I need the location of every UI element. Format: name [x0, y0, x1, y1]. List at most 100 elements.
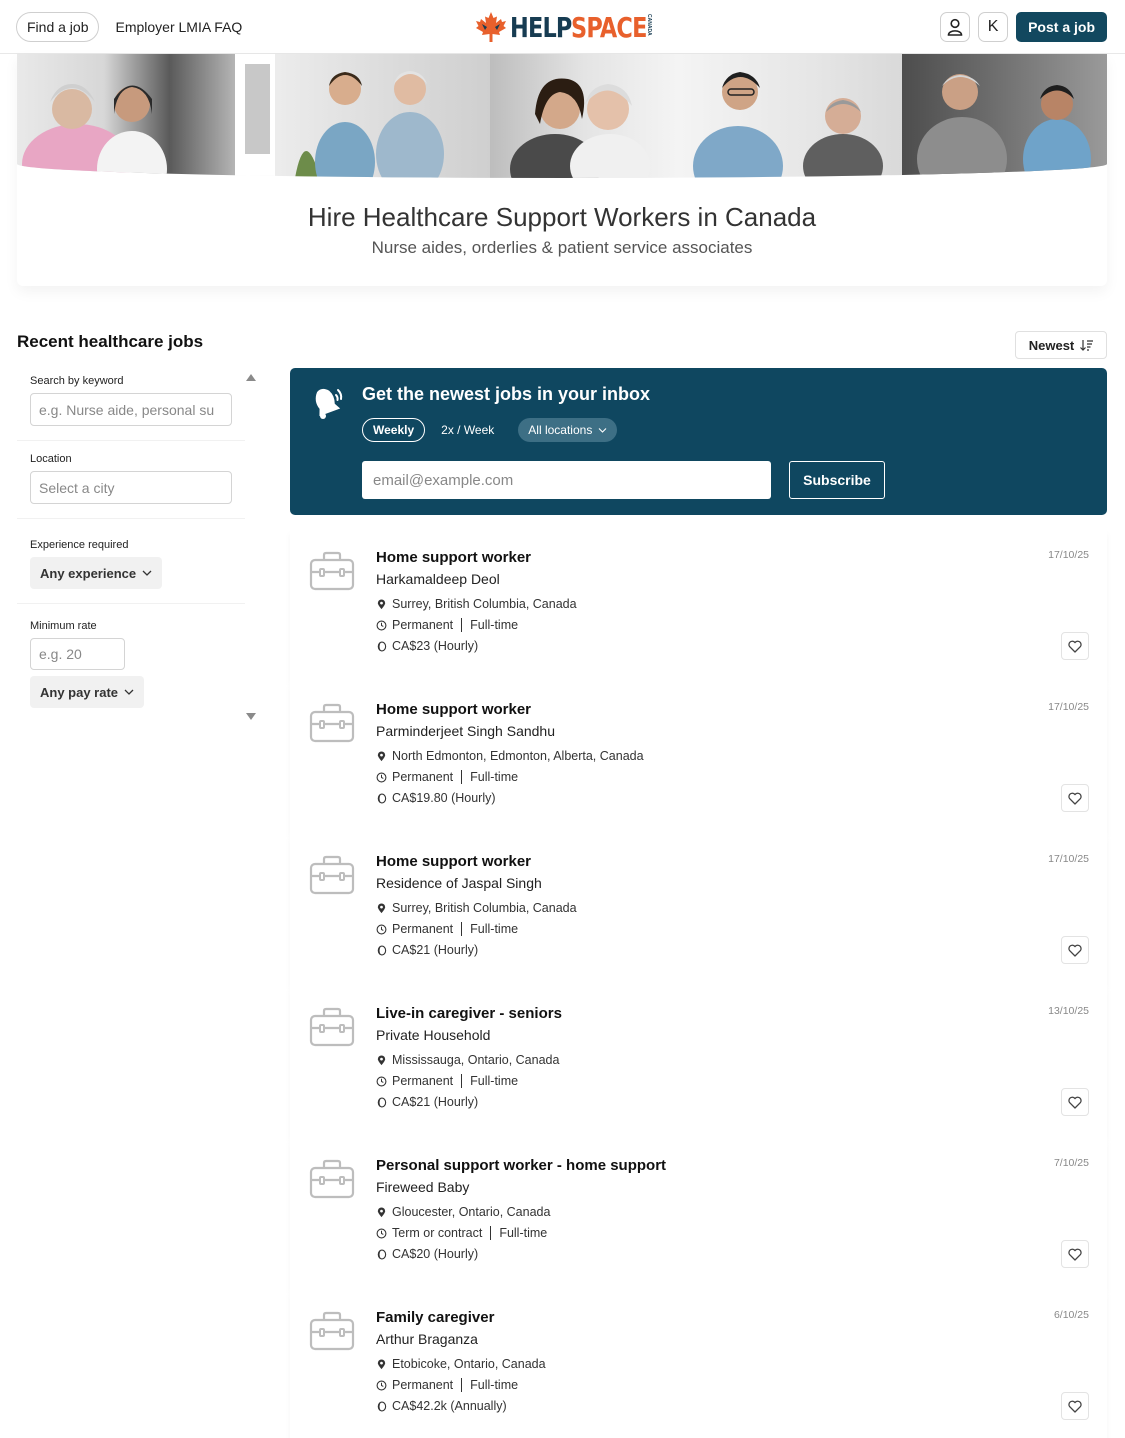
- scroll-down-icon[interactable]: [246, 713, 256, 720]
- job-location-text: Gloucester, Ontario, Canada: [392, 1205, 551, 1219]
- separator: [461, 770, 463, 784]
- save-job-button[interactable]: [1061, 936, 1089, 964]
- frequency-weekly[interactable]: Weekly: [362, 418, 426, 442]
- job-company: Residence of Jaspal Singh: [376, 875, 542, 891]
- sort-icon: [1080, 339, 1094, 351]
- job-pay-text: CA$19.80 (Hourly): [392, 791, 496, 805]
- heart-icon: [1068, 640, 1082, 653]
- separator: [461, 1074, 463, 1088]
- job-location: Gloucester, Ontario, Canada: [376, 1205, 550, 1219]
- newsletter-signup: Get the newest jobs in your inbox Weekly…: [290, 368, 1107, 515]
- job-company: Private Household: [376, 1027, 491, 1043]
- post-job-button[interactable]: Post a job: [1016, 12, 1107, 42]
- separator: [461, 618, 463, 632]
- job-date: 6/10/25: [1053, 1309, 1089, 1321]
- email-input[interactable]: email@example.com: [362, 461, 771, 499]
- location-pin-icon: [377, 902, 386, 913]
- save-job-button[interactable]: [1061, 1088, 1089, 1116]
- hero-title: Hire Healthcare Support Workers in Canad…: [307, 202, 817, 232]
- nurse-photo-illustration: [235, 54, 444, 178]
- job-title[interactable]: Live-in caregiver - seniors: [376, 1005, 562, 1022]
- save-job-button[interactable]: [1061, 784, 1089, 812]
- filter-panel: Search by keyword e.g. Nurse aide, perso…: [17, 365, 245, 722]
- job-pay: CA$21 (Hourly): [376, 943, 478, 957]
- job-company: Arthur Braganza: [376, 1331, 478, 1347]
- job-card[interactable]: Home support worker Parminderjeet Singh …: [290, 682, 1107, 834]
- coin-icon: [377, 1097, 387, 1107]
- job-pay: CA$23 (Hourly): [376, 639, 478, 653]
- briefcase-icon: [309, 1159, 355, 1199]
- coin-icon: [377, 793, 387, 803]
- job-company: Fireweed Baby: [376, 1179, 470, 1195]
- logo-word-space: SPACE: [570, 10, 647, 44]
- caregiver-photo-illustration: [22, 84, 167, 178]
- section-title: Recent healthcare jobs: [17, 332, 204, 351]
- profile-initial-button[interactable]: K: [978, 12, 1009, 42]
- hero-photo-5: [902, 54, 1107, 178]
- clock-icon: [376, 1380, 387, 1390]
- pay-rate-dropdown[interactable]: Any pay rate: [30, 676, 145, 708]
- account-button[interactable]: [940, 12, 971, 42]
- save-job-button[interactable]: [1061, 1240, 1089, 1268]
- location-pin-icon: [377, 1358, 386, 1369]
- coin-icon: [377, 1249, 387, 1259]
- job-pay: CA$21 (Hourly): [376, 1095, 478, 1109]
- chevron-down-icon: [598, 427, 607, 433]
- filter-scrollbar[interactable]: [245, 374, 257, 720]
- sort-button[interactable]: Newest: [1015, 331, 1107, 359]
- job-title[interactable]: Home support worker: [376, 549, 531, 566]
- job-date: 13/10/25: [1048, 1005, 1089, 1017]
- rate-input[interactable]: e.g. 20: [30, 638, 125, 670]
- job-location: Etobicoke, Ontario, Canada: [376, 1357, 546, 1371]
- find-job-button[interactable]: Find a job: [16, 12, 100, 42]
- job-card[interactable]: Home support worker Residence of Jaspal …: [290, 834, 1107, 986]
- job-card[interactable]: Personal support worker - home support F…: [290, 1138, 1107, 1290]
- briefcase-icon: [309, 1311, 355, 1351]
- job-pay: CA$19.80 (Hourly): [376, 791, 496, 805]
- logo-word-help: HELP: [510, 10, 572, 44]
- frequency-2x-week[interactable]: 2x / Week: [431, 418, 504, 442]
- experience-value: Any experience: [40, 565, 137, 581]
- job-list: Home support worker Harkamaldeep Deol Su…: [290, 530, 1107, 1438]
- employer-faq-link[interactable]: Employer LMIA FAQ: [115, 19, 242, 35]
- save-job-button[interactable]: [1061, 632, 1089, 660]
- job-pay-text: CA$21 (Hourly): [392, 943, 479, 957]
- job-card[interactable]: Home support worker Harkamaldeep Deol Su…: [290, 530, 1107, 682]
- rate-label: Minimum rate: [30, 620, 97, 632]
- job-card[interactable]: Live-in caregiver - seniors Private Hous…: [290, 986, 1107, 1138]
- location-pin-icon: [377, 1054, 386, 1065]
- chevron-down-icon: [142, 570, 152, 576]
- experience-dropdown[interactable]: Any experience: [30, 557, 163, 589]
- locations-dropdown[interactable]: All locations: [518, 418, 618, 442]
- scroll-up-icon[interactable]: [246, 374, 256, 381]
- job-title[interactable]: Home support worker: [376, 701, 531, 718]
- job-pay-text: CA$20 (Hourly): [392, 1247, 479, 1261]
- location-input[interactable]: Select a city: [30, 471, 232, 504]
- keyword-input[interactable]: e.g. Nurse aide, personal su: [30, 393, 232, 426]
- job-term-text: Permanent: [392, 922, 454, 936]
- job-pay-text: CA$21 (Hourly): [392, 1095, 479, 1109]
- job-title[interactable]: Family caregiver: [376, 1309, 494, 1326]
- job-title[interactable]: Personal support worker - home support: [376, 1157, 666, 1174]
- job-pay-text: CA$42.2k (Annually): [392, 1399, 507, 1413]
- job-card[interactable]: Family caregiver Arthur Braganza Etobico…: [290, 1290, 1107, 1438]
- subscribe-button[interactable]: Subscribe: [789, 461, 885, 499]
- job-location-text: Surrey, British Columbia, Canada: [392, 901, 577, 915]
- job-term-text: Permanent: [392, 1378, 454, 1392]
- job-type-text: Full-time: [470, 922, 519, 936]
- coin-icon: [377, 1401, 387, 1411]
- job-terms: Term or contract Full-time: [376, 1226, 547, 1240]
- location-pin-icon: [377, 1206, 386, 1217]
- briefcase-icon: [309, 855, 355, 895]
- aide-photo-illustration: [693, 72, 883, 178]
- job-date: 17/10/25: [1048, 701, 1089, 713]
- job-location: North Edmonton, Edmonton, Alberta, Canad…: [376, 749, 644, 763]
- location-pin-icon: [377, 750, 386, 761]
- job-pay-text: CA$23 (Hourly): [392, 639, 479, 653]
- job-title[interactable]: Home support worker: [376, 853, 531, 870]
- location-filter: Location Select a city: [17, 441, 245, 519]
- save-job-button[interactable]: [1061, 1392, 1089, 1420]
- hero-photo-3: [490, 54, 678, 178]
- job-location: Surrey, British Columbia, Canada: [376, 901, 577, 915]
- helpspace-logo[interactable]: HELP SPACE CANADA: [474, 10, 665, 44]
